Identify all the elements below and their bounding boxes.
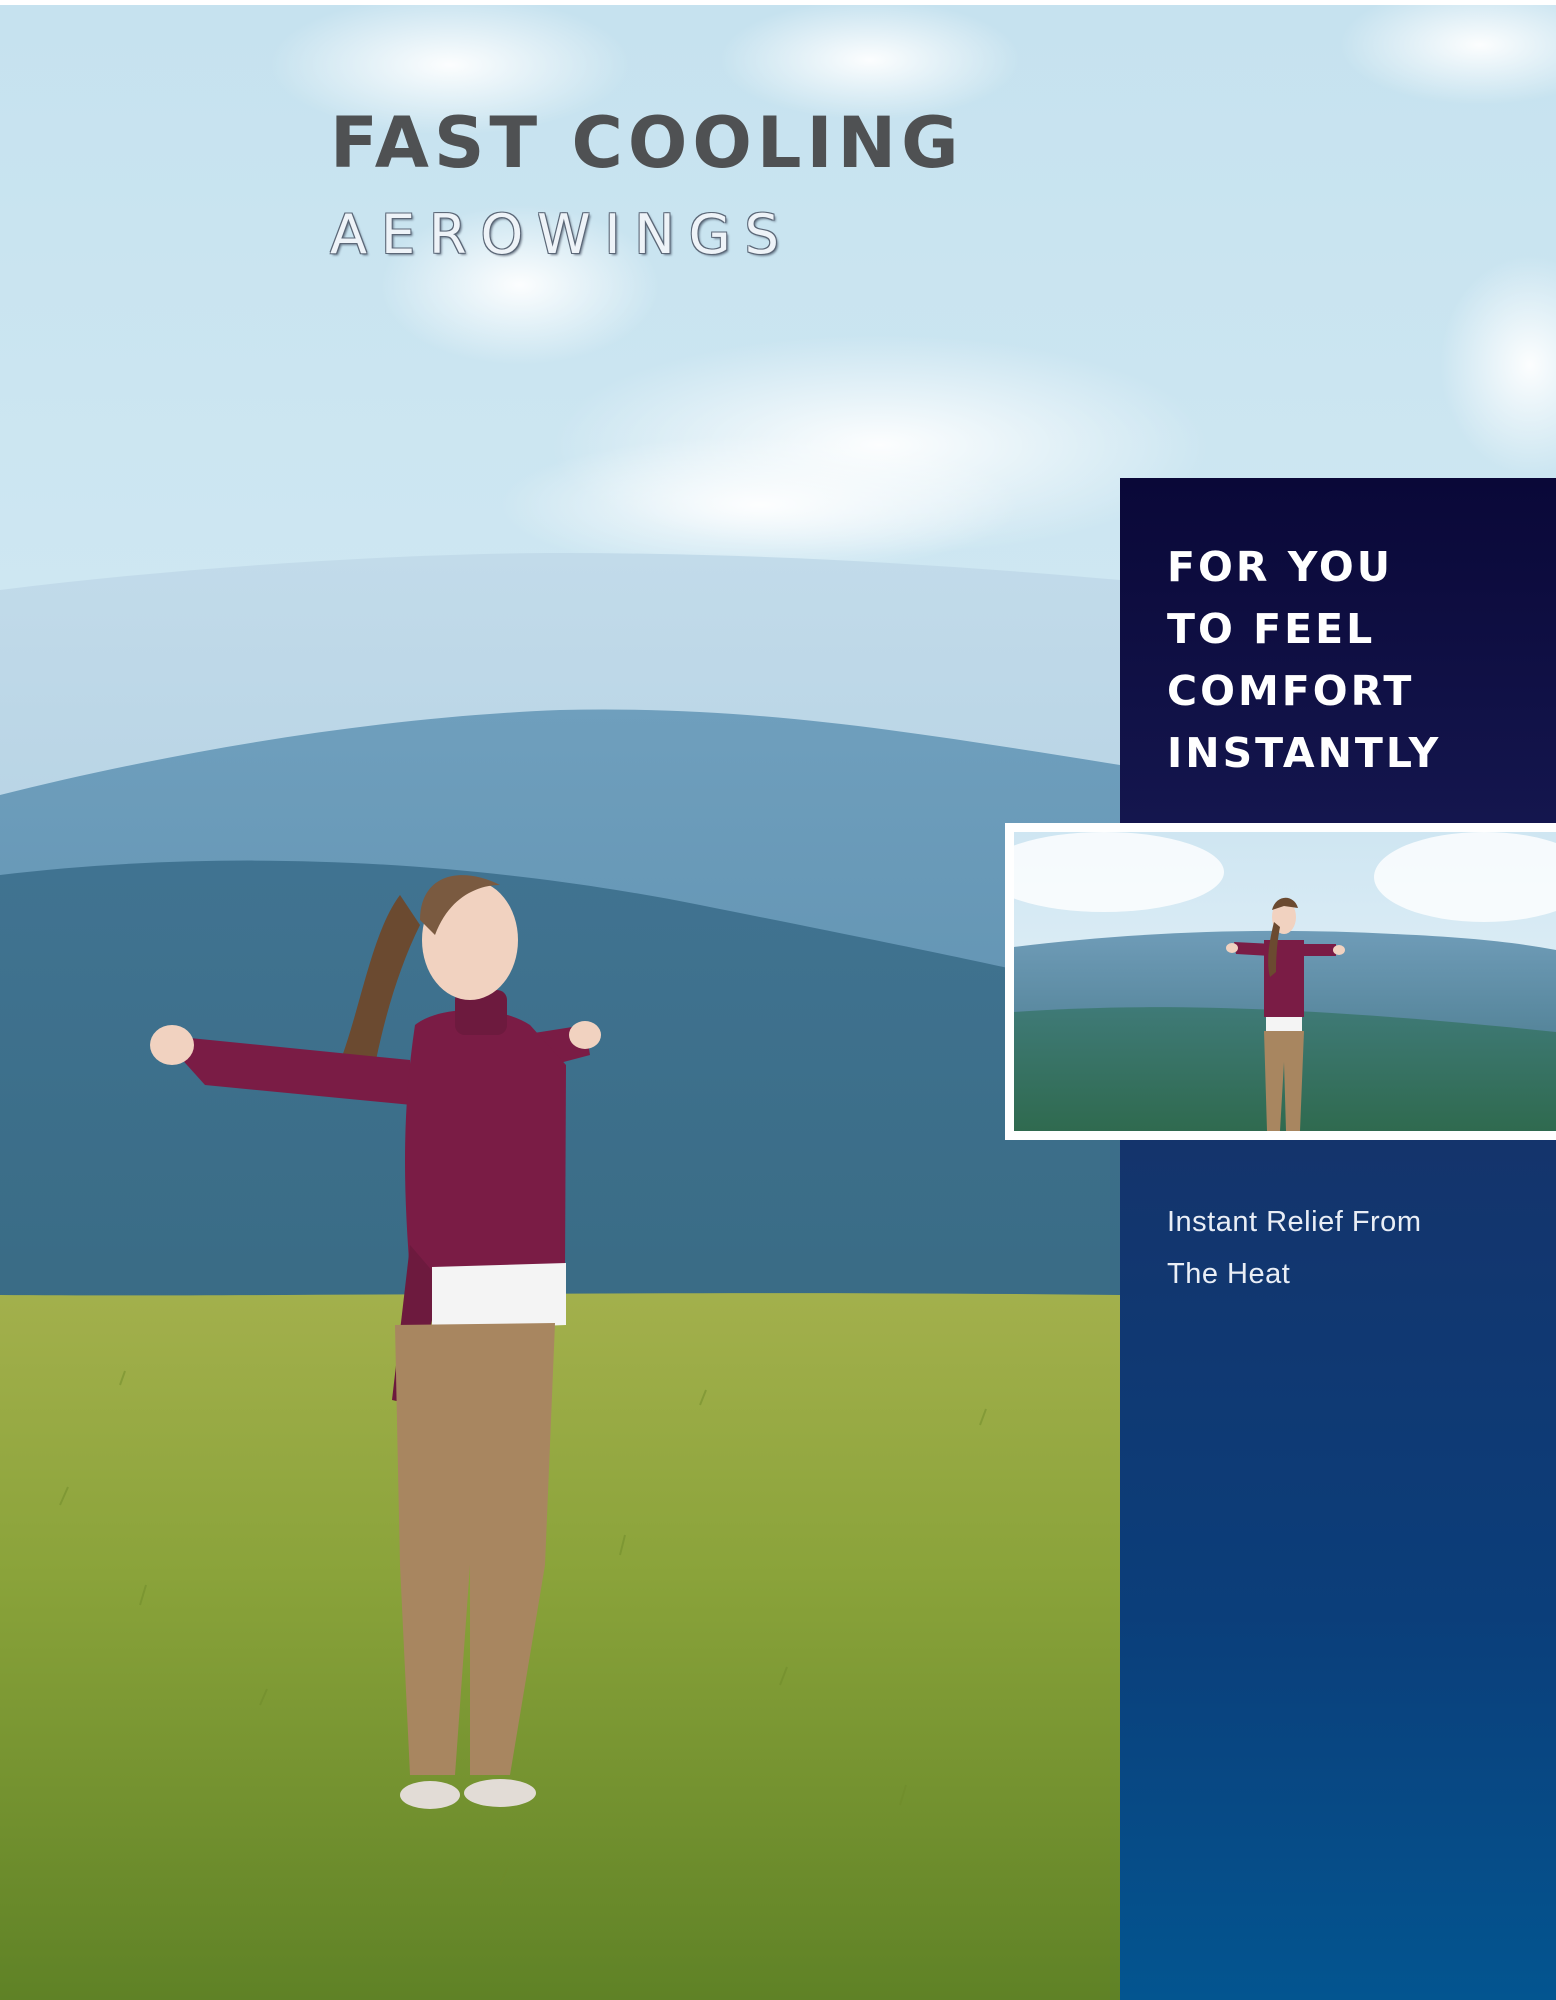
tagline-line: INSTANTLY bbox=[1167, 729, 1442, 777]
description-line: The Heat bbox=[1167, 1258, 1291, 1290]
tagline-panel: FOR YOU TO FEEL COMFORT INSTANTLY bbox=[1120, 478, 1556, 823]
tagline-line: COMFORT bbox=[1167, 667, 1415, 715]
headline: FAST COOLING bbox=[330, 102, 964, 184]
thumbnail-photo bbox=[1014, 832, 1556, 1131]
description-panel: Instant Relief From The Heat bbox=[1120, 1140, 1556, 2000]
description-line: Instant Relief From bbox=[1167, 1206, 1422, 1238]
tagline: FOR YOU TO FEEL COMFORT INSTANTLY bbox=[1167, 536, 1441, 784]
tagline-line: FOR YOU bbox=[1167, 543, 1394, 591]
headline-block: FAST COOLING AEROWINGS bbox=[330, 108, 964, 262]
tagline-line: TO FEEL bbox=[1167, 605, 1376, 653]
description: Instant Relief From The Heat bbox=[1167, 1196, 1421, 1300]
thumbnail-photo-frame bbox=[1005, 823, 1556, 1140]
brochure-page: FAST COOLING AEROWINGS FOR YOU TO FEEL C… bbox=[0, 0, 1556, 2000]
brand-logo: AEROWINGS bbox=[330, 203, 793, 266]
